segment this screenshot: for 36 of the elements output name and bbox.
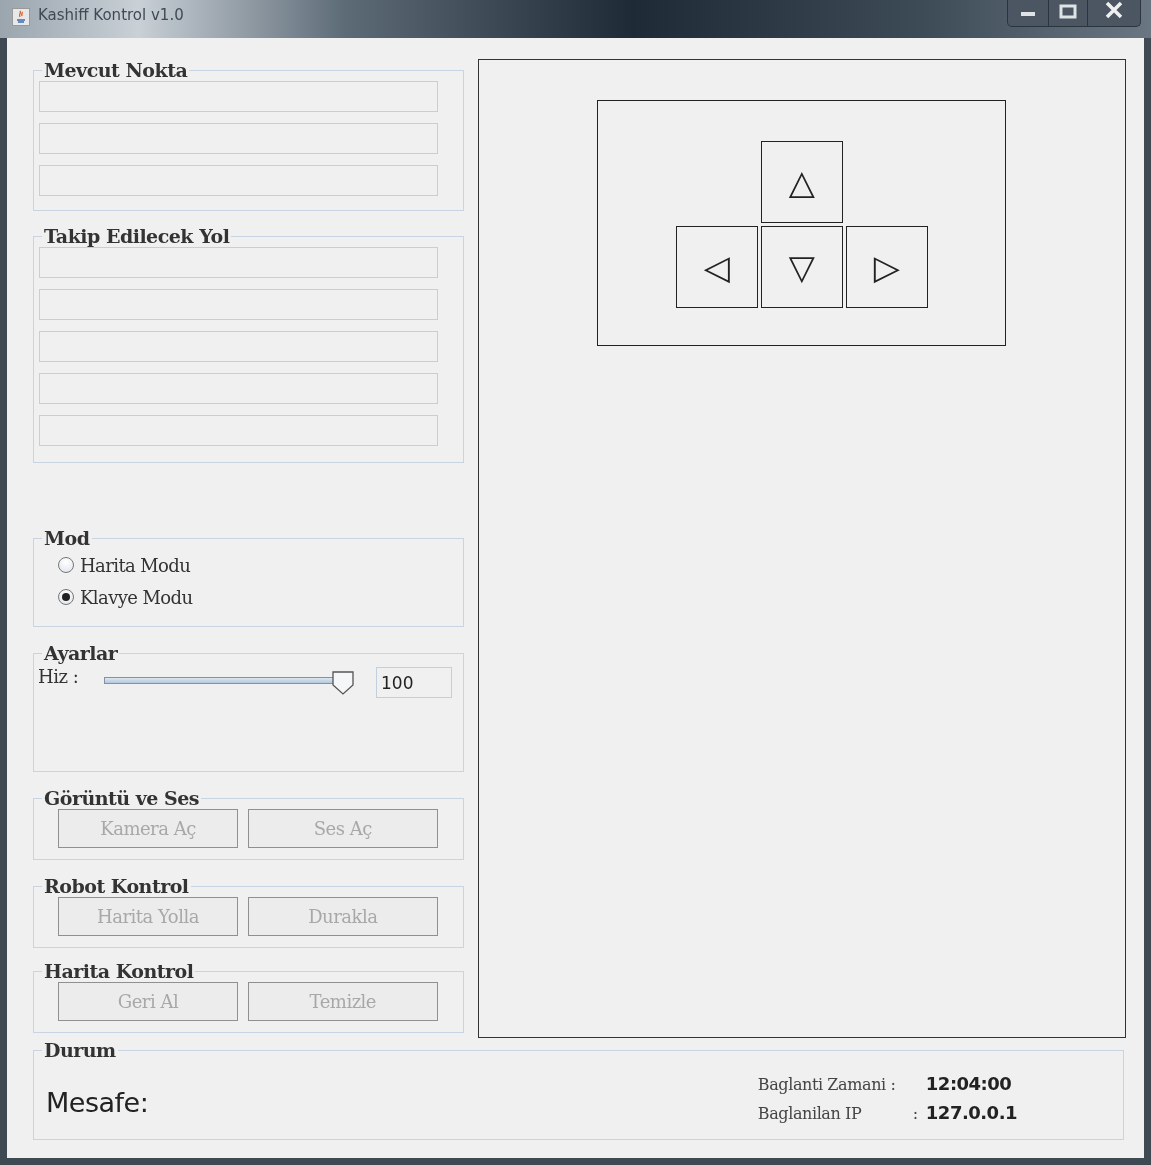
arrow-key[interactable]: ▷ <box>845 226 928 308</box>
input-field[interactable] <box>39 123 438 154</box>
radio-button[interactable] <box>58 557 74 573</box>
group-title: Görüntü ve Ses <box>43 787 200 809</box>
group-title: Durum <box>43 1039 117 1061</box>
group-title: Mod <box>43 527 91 549</box>
group-title: Robot Kontrol <box>43 875 190 897</box>
speed-label: Hiz : <box>38 666 80 687</box>
speed-value-field[interactable]: 100 <box>376 666 452 698</box>
group-title: Ayarlar <box>42 642 119 664</box>
radio-label[interactable]: Harita Modu <box>80 554 191 576</box>
input-field[interactable] <box>39 165 438 196</box>
radio-label[interactable]: Klavye Modu <box>80 586 193 608</box>
speed-slider[interactable] <box>104 671 354 695</box>
app-icon <box>12 8 30 26</box>
input-field[interactable] <box>39 247 438 278</box>
arrow-key[interactable]: ▽ <box>760 226 843 308</box>
input-field[interactable] <box>39 331 438 362</box>
distance-label: Mesafe: <box>46 1086 149 1118</box>
ip-value: 127.0.0.1 <box>925 1102 1017 1123</box>
group-title: Mevcut Nokta <box>43 59 189 81</box>
group-title: Takip Edilecek Yol <box>43 225 231 247</box>
arrow-key[interactable]: △ <box>760 141 843 223</box>
input-field[interactable] <box>39 415 438 446</box>
connection-time-value: 12:04:00 <box>925 1073 1013 1094</box>
slider-thumb[interactable] <box>332 671 354 695</box>
arrow-key[interactable]: ◁ <box>675 226 758 308</box>
radio-button[interactable] <box>58 589 74 605</box>
connection-time-label: Baglanti Zamani : <box>757 1075 897 1094</box>
group-title: Harita Kontrol <box>43 960 195 982</box>
ip-separator: : <box>912 1104 918 1123</box>
ip-label: Baglanilan IP <box>757 1104 863 1123</box>
input-field[interactable] <box>39 373 438 404</box>
window-title: Kashiff Kontrol v1.0 <box>38 6 184 24</box>
input-field[interactable] <box>39 289 438 320</box>
input-field[interactable] <box>39 81 438 112</box>
